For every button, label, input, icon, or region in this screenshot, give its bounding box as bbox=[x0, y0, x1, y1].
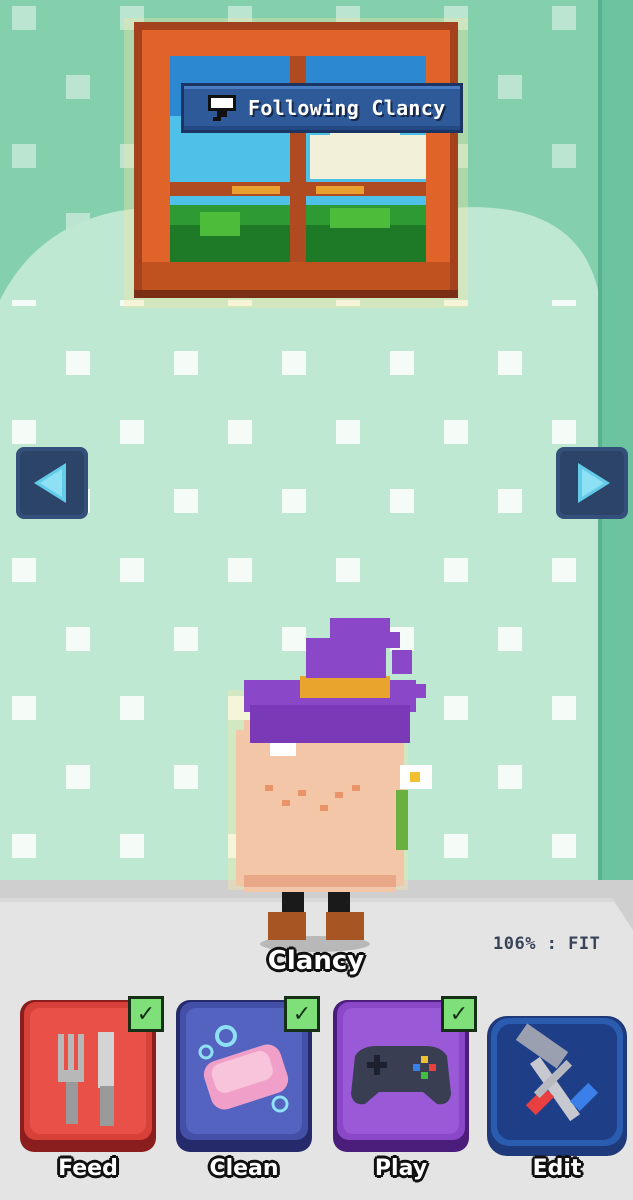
camera-icon bbox=[208, 95, 236, 121]
next-room-button[interactable] bbox=[556, 447, 628, 519]
arrow-left-icon bbox=[16, 447, 88, 519]
feed-label: Feed bbox=[58, 1156, 118, 1181]
feed-button[interactable]: ✓ bbox=[18, 996, 164, 1156]
clean-complete-check: ✓ bbox=[284, 996, 320, 1032]
following-banner[interactable]: Following Clancy bbox=[181, 83, 463, 133]
clean-button[interactable]: ✓ bbox=[174, 996, 320, 1156]
zoom-readout[interactable]: 106% : FIT bbox=[493, 934, 600, 954]
feed-complete-check: ✓ bbox=[128, 996, 164, 1032]
tools-icon bbox=[487, 1016, 627, 1156]
arrow-right-icon bbox=[556, 447, 628, 519]
clean-label: Clean bbox=[209, 1156, 279, 1181]
play-complete-check: ✓ bbox=[441, 996, 477, 1032]
edit-button[interactable] bbox=[487, 996, 627, 1156]
previous-room-button[interactable] bbox=[16, 447, 88, 519]
play-button[interactable]: ✓ bbox=[331, 996, 477, 1156]
following-banner-text: Following Clancy bbox=[248, 96, 446, 120]
play-label: Play bbox=[374, 1156, 428, 1181]
window bbox=[124, 18, 468, 308]
edit-label: Edit bbox=[532, 1156, 582, 1181]
pet-name-label: Clancy bbox=[267, 946, 365, 976]
